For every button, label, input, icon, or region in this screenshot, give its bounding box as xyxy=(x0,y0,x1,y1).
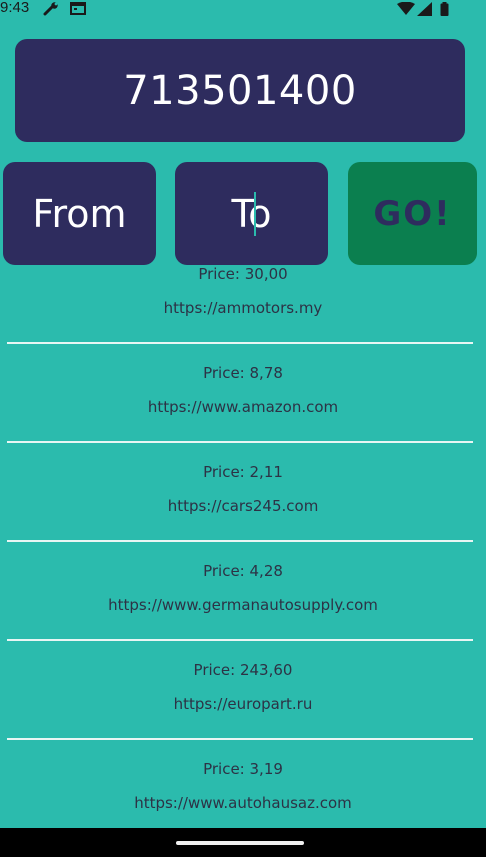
result-price: Price: 30,00 xyxy=(198,267,288,283)
result-url[interactable]: https://www.amazon.com xyxy=(0,398,486,416)
result-url[interactable]: https://cars245.com xyxy=(0,497,486,515)
result-item[interactable]: Price: 30,00 https://ammotors.my xyxy=(0,267,486,344)
results-list[interactable]: Price: 30,00 https://ammotors.my Price: … xyxy=(0,267,486,828)
result-item[interactable]: Price: 8,78 https://www.amazon.com xyxy=(0,344,486,443)
query-display[interactable]: 713501400 xyxy=(15,39,465,142)
to-button-label: To xyxy=(231,191,272,236)
result-url[interactable]: https://www.autohausaz.com xyxy=(0,794,486,812)
result-url[interactable]: https://europart.ru xyxy=(0,695,486,713)
result-price: Price: 4,28 xyxy=(203,562,283,580)
wrench-icon xyxy=(43,1,61,20)
status-bar: 9:43 xyxy=(0,0,486,24)
result-url[interactable]: https://www.germanautosupply.com xyxy=(0,596,486,614)
result-item[interactable]: Price: 243,60 https://europart.ru xyxy=(0,641,486,740)
from-button-label: From xyxy=(32,191,127,236)
signal-icon xyxy=(417,1,433,20)
battery-icon xyxy=(440,1,449,20)
results-scroll-content: Price: 30,00 https://ammotors.my Price: … xyxy=(0,267,486,828)
result-price: Price: 2,11 xyxy=(203,463,283,481)
result-item[interactable]: Price: 3,19 https://www.autohausaz.com xyxy=(0,740,486,828)
result-url[interactable]: https://ammotors.my xyxy=(0,299,486,317)
from-button[interactable]: From xyxy=(3,162,156,265)
navigation-bar xyxy=(0,828,486,857)
calendar-icon xyxy=(70,1,86,20)
wifi-icon xyxy=(397,1,415,20)
go-button[interactable]: GO! xyxy=(348,162,477,265)
query-text: 713501400 xyxy=(123,67,357,114)
home-gesture-handle[interactable] xyxy=(176,841,304,845)
result-item[interactable]: Price: 2,11 https://cars245.com xyxy=(0,443,486,542)
to-field-wrap: To xyxy=(231,191,272,236)
result-price: Price: 8,78 xyxy=(203,364,283,382)
text-cursor xyxy=(254,191,257,236)
status-time: 9:43 xyxy=(0,0,30,16)
result-item[interactable]: Price: 4,28 https://www.germanautosupply… xyxy=(0,542,486,641)
go-button-label: GO! xyxy=(373,193,452,234)
result-price: Price: 243,60 xyxy=(193,661,293,679)
to-button[interactable]: To xyxy=(175,162,328,265)
result-price: Price: 3,19 xyxy=(203,760,283,778)
